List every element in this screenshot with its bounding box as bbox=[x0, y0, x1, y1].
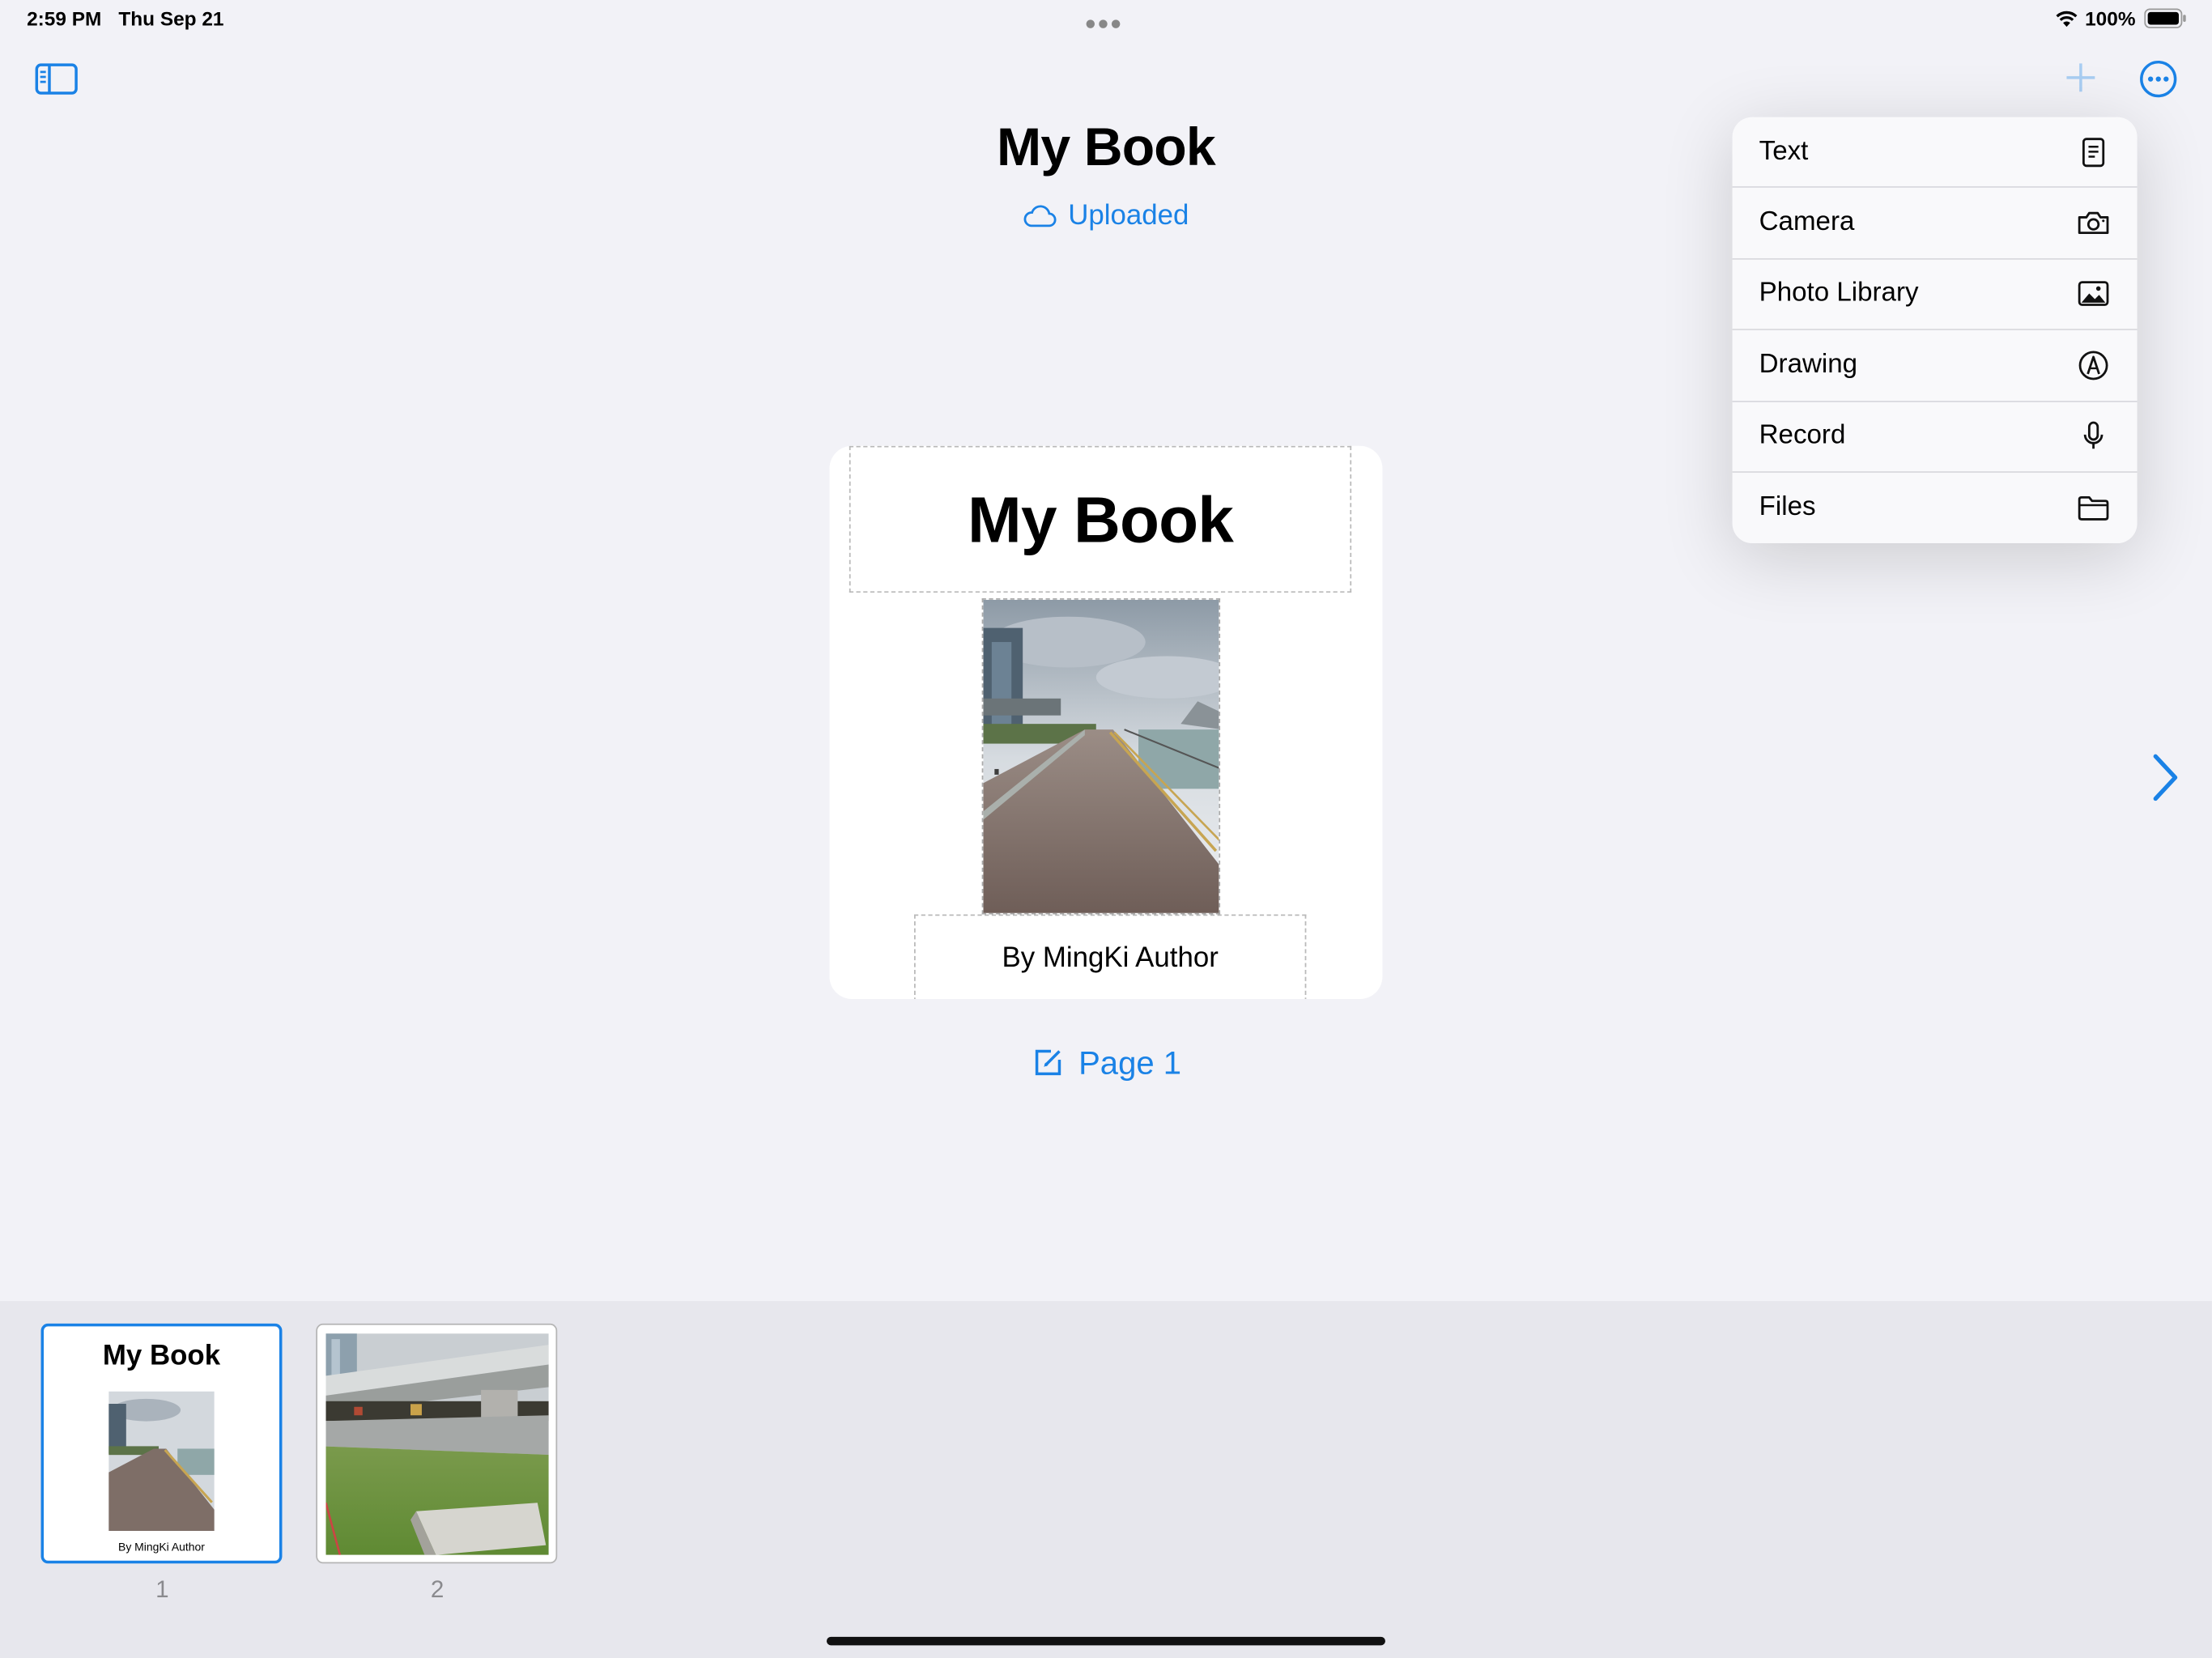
thumbnail-photo bbox=[108, 1391, 215, 1532]
thumbnail-photo bbox=[325, 1333, 549, 1555]
page-thumbnail-1[interactable]: My Book By MingKi Author bbox=[40, 1323, 283, 1564]
add-icon[interactable] bbox=[2060, 57, 2102, 99]
cover-photo[interactable] bbox=[981, 598, 1221, 915]
camera-icon bbox=[2078, 211, 2109, 235]
thumbnail-number: 2 bbox=[430, 1575, 445, 1604]
wifi-icon bbox=[2056, 11, 2078, 28]
battery-percent: 100% bbox=[2085, 6, 2136, 30]
sidebar-toggle-icon[interactable] bbox=[34, 61, 79, 97]
menu-item-drawing[interactable]: Drawing bbox=[1732, 330, 2138, 402]
menu-item-text[interactable]: Text bbox=[1732, 117, 2138, 189]
add-content-menu: Text Camera Photo Library Drawing Record… bbox=[1732, 117, 2138, 544]
thumbnail-number: 1 bbox=[155, 1575, 169, 1604]
thumbnail-title: My Book bbox=[102, 1340, 221, 1372]
menu-item-photo-library[interactable]: Photo Library bbox=[1732, 259, 2138, 331]
more-options-icon[interactable] bbox=[2138, 59, 2178, 99]
menu-item-label: Text bbox=[1759, 136, 1809, 167]
page-title-textbox[interactable]: My Book bbox=[849, 445, 1352, 593]
battery-icon bbox=[2144, 8, 2186, 28]
page-thumbnail-2[interactable] bbox=[316, 1323, 558, 1564]
home-indicator[interactable] bbox=[826, 1636, 1385, 1646]
folder-icon bbox=[2078, 496, 2109, 521]
thumbnail-author: By MingKi Author bbox=[118, 1541, 205, 1554]
status-date: Thu Sep 21 bbox=[118, 6, 224, 30]
menu-item-label: Record bbox=[1759, 420, 1846, 451]
page-canvas[interactable]: My Book By MingKi Author bbox=[829, 445, 1383, 1000]
menu-item-camera[interactable]: Camera bbox=[1732, 188, 2138, 260]
chevron-right-icon[interactable] bbox=[2147, 750, 2184, 804]
menu-item-files[interactable]: Files bbox=[1733, 473, 2138, 543]
edit-icon bbox=[1035, 1049, 1061, 1076]
menu-item-label: Photo Library bbox=[1759, 278, 1919, 308]
status-time: 2:59 PM bbox=[27, 6, 102, 30]
cloud-icon bbox=[1023, 205, 1057, 227]
page-label[interactable]: Page 1 bbox=[0, 1044, 2212, 1082]
pencil-tip-icon bbox=[2078, 351, 2108, 380]
page-label-text: Page 1 bbox=[1078, 1044, 1182, 1082]
author-textbox[interactable]: By MingKi Author bbox=[914, 914, 1307, 1000]
multitasking-dots-icon[interactable] bbox=[1086, 10, 1126, 28]
menu-item-label: Drawing bbox=[1759, 350, 1858, 380]
microphone-icon bbox=[2083, 422, 2104, 449]
menu-item-label: Files bbox=[1759, 492, 1816, 523]
menu-item-label: Camera bbox=[1759, 207, 1855, 237]
menu-item-record[interactable]: Record bbox=[1732, 402, 2138, 473]
upload-status-label: Uploaded bbox=[1068, 200, 1189, 232]
photo-icon bbox=[2078, 282, 2109, 307]
text-document-icon bbox=[2082, 137, 2105, 167]
